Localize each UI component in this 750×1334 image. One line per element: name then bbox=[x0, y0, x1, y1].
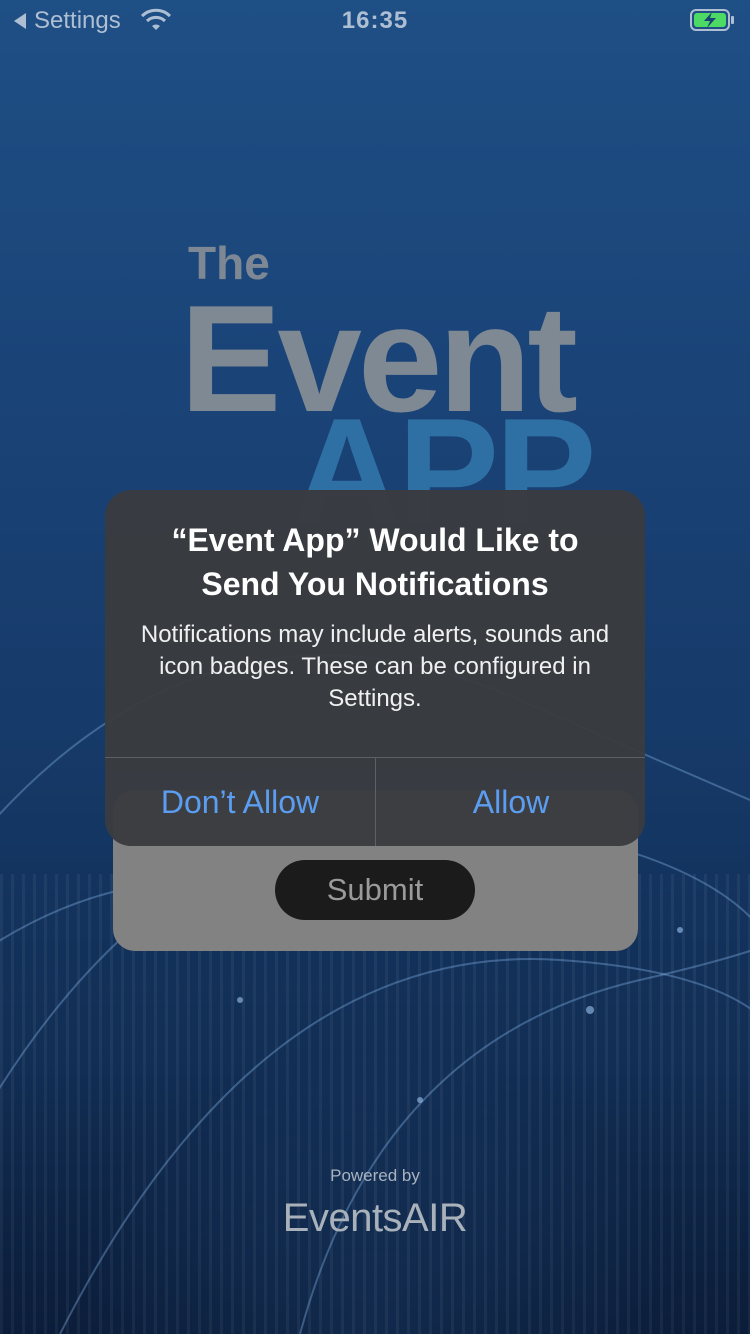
event-app-logo: The Event APP bbox=[0, 0, 750, 560]
powered-by-label: Powered by bbox=[330, 1166, 420, 1185]
dont-allow-button[interactable]: Don’t Allow bbox=[105, 758, 375, 846]
notification-permission-alert: “Event App” Would Like to Send You Notif… bbox=[105, 490, 645, 846]
allow-button[interactable]: Allow bbox=[376, 758, 645, 846]
submit-button[interactable]: Submit bbox=[275, 860, 475, 920]
eventsair-logo: EventsAIR bbox=[282, 1196, 468, 1240]
alert-message: Notifications may include alerts, sounds… bbox=[140, 621, 610, 712]
alert-title: “Event App” Would Like to Send You Notif… bbox=[171, 522, 579, 602]
